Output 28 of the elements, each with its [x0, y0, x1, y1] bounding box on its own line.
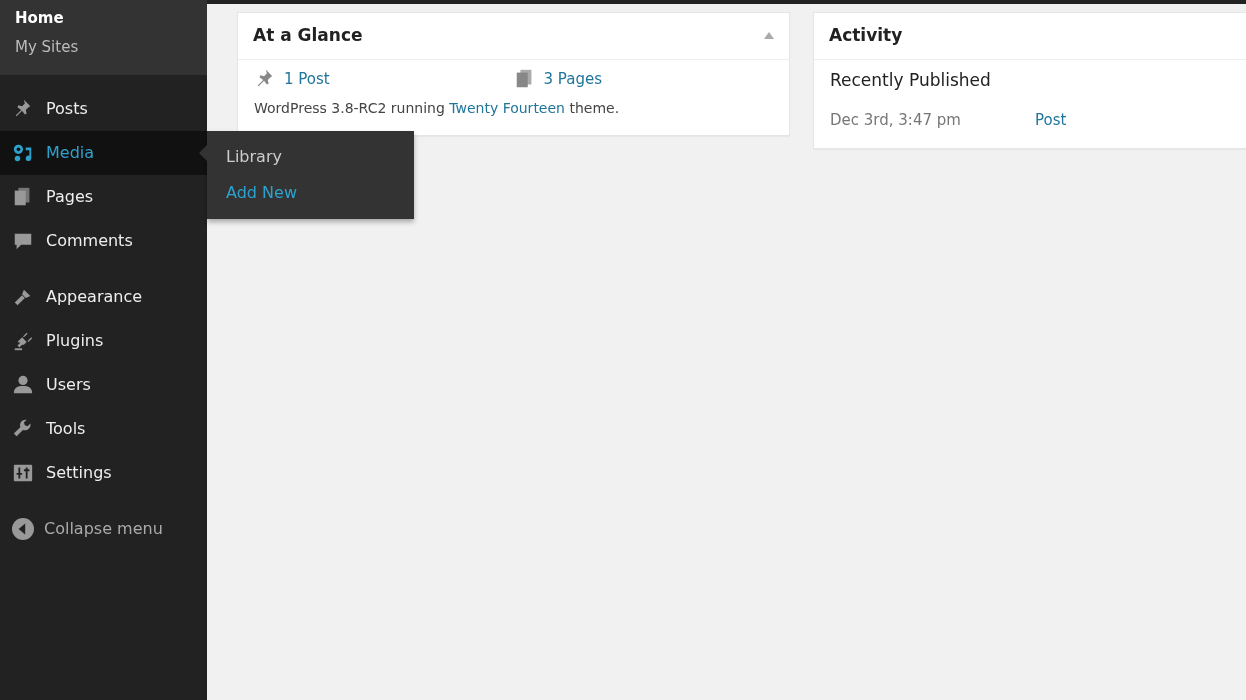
submenu-item[interactable]: Library: [207, 139, 414, 175]
menu-item[interactable]: Tools: [0, 407, 207, 451]
menu-item[interactable]: Settings: [0, 451, 207, 495]
menu-item[interactable]: Users: [0, 363, 207, 407]
post-date: Dec 3rd, 3:47 pm: [830, 110, 962, 131]
camera-music-icon: [12, 142, 34, 164]
submenu-item[interactable]: Add New: [207, 175, 414, 211]
section-heading: Recently Published: [830, 68, 992, 92]
plug-icon: [12, 330, 34, 352]
top-menu-link[interactable]: My Sites: [0, 32, 207, 61]
menu-item[interactable]: Posts: [0, 87, 207, 131]
widget-title: Activity: [829, 24, 903, 47]
menu-item[interactable]: Comments: [0, 219, 207, 263]
top-menu-link[interactable]: Home: [0, 4, 207, 33]
menu-item[interactable]: Pages: [0, 175, 207, 219]
post-link[interactable]: Post: [1035, 109, 1067, 132]
theme-link[interactable]: Twenty Fourteen: [449, 100, 565, 116]
version-sentence: WordPress 3.8-RC2 running Twenty Fourteen theme.: [254, 99, 621, 118]
person-icon: [12, 374, 34, 396]
sliders-icon: [12, 462, 34, 484]
count-link[interactable]: 3 Pages: [543, 67, 602, 90]
menu-item[interactable]: Appearance: [0, 275, 207, 319]
menu-item[interactable]: Media: [0, 131, 207, 175]
collapse-menu-button[interactable]: Collapse menu: [0, 517, 175, 541]
menu-item[interactable]: Plugins: [0, 319, 207, 363]
collapse-toggle-icon[interactable]: [764, 32, 774, 40]
widget-title: At a Glance: [253, 24, 363, 47]
count-link[interactable]: 1 Post: [284, 67, 330, 90]
